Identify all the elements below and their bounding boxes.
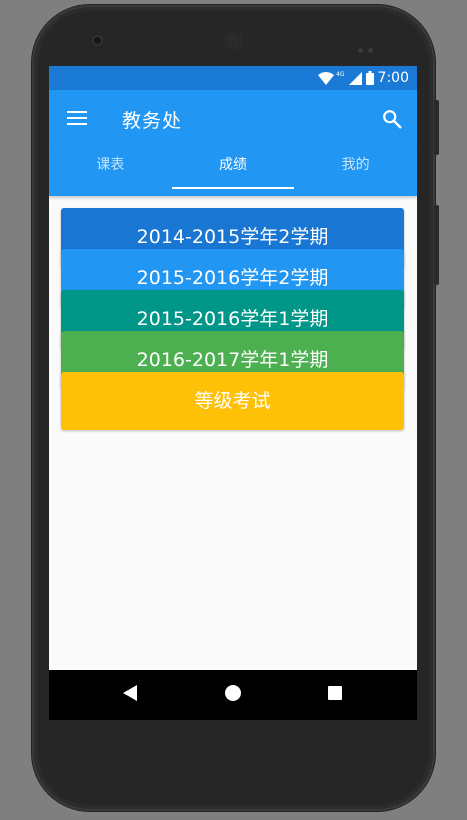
term-card-label: 2014-2015学年2学期 [136, 226, 329, 248]
hamburger-menu-icon[interactable] [67, 111, 87, 127]
tab-timetable[interactable]: 课表 [49, 148, 172, 196]
grade-exam-card[interactable]: 等级考试 [61, 372, 404, 430]
search-icon[interactable] [381, 108, 403, 130]
app-bar: 教务处 [49, 90, 417, 148]
tab-profile[interactable]: 我的 [294, 148, 417, 196]
status-bar: 4G 7:00 [49, 66, 417, 90]
home-circle-icon[interactable] [224, 684, 242, 702]
back-triangle-icon[interactable] [122, 684, 138, 702]
volume-button [434, 100, 439, 155]
term-card-label: 2015-2016学年2学期 [136, 267, 329, 289]
wifi-icon [318, 71, 335, 85]
power-button [434, 205, 439, 285]
proximity-sensors [358, 38, 378, 53]
navigation-bar [49, 670, 417, 720]
network-type-label: 4G [336, 70, 345, 78]
front-camera [92, 35, 103, 46]
battery-icon [365, 71, 374, 85]
tab-bar: 课表 成绩 我的 [49, 148, 417, 196]
term-card-label: 2016-2017学年1学期 [136, 349, 329, 371]
cell-signal-icon [348, 71, 362, 85]
earpiece-speaker [224, 31, 243, 50]
grade-exam-label: 等级考试 [194, 390, 271, 412]
tab-grades[interactable]: 成绩 [171, 148, 295, 196]
clock: 7:00 [377, 70, 409, 86]
term-card-label: 2015-2016学年1学期 [136, 308, 329, 330]
screen: 4G 7:00 教务处 课表 成绩 我的 2014-2015学年2学期 2015… [49, 66, 417, 720]
status-icons: 4G 7:00 [318, 66, 409, 90]
app-title: 教务处 [122, 110, 183, 132]
recents-square-icon[interactable] [327, 684, 343, 702]
